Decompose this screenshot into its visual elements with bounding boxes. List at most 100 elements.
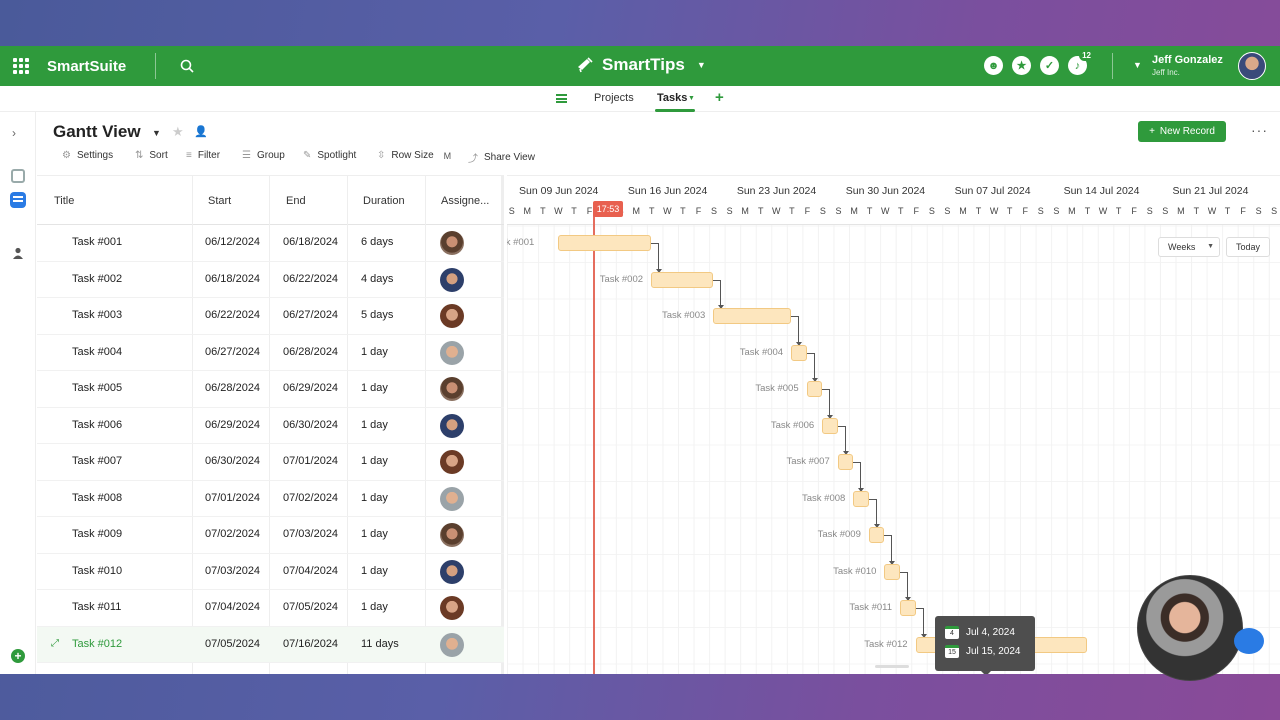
- cell-start-date[interactable]: 06/22/2024: [205, 309, 260, 321]
- assignee-avatar[interactable]: [440, 304, 464, 328]
- tasks-chevron-down-icon[interactable]: ▼: [688, 95, 695, 102]
- views-grid-icon[interactable]: [11, 169, 25, 183]
- new-record-button[interactable]: + New Record: [1138, 121, 1226, 142]
- menu-icon[interactable]: [556, 94, 567, 103]
- cell-title[interactable]: Task #001: [72, 236, 122, 248]
- gantt-bar[interactable]: [853, 490, 869, 507]
- gantt-bar[interactable]: [868, 527, 885, 543]
- group-button[interactable]: ☰ Group: [242, 150, 285, 161]
- expand-record-icon[interactable]: ⤢: [51, 638, 59, 649]
- cell-title[interactable]: Task #002: [72, 273, 122, 285]
- cell-start-date[interactable]: 06/30/2024: [205, 455, 260, 467]
- cell-title[interactable]: Task #005: [72, 382, 122, 394]
- horizontal-scrollbar[interactable]: [875, 665, 909, 668]
- gantt-bar[interactable]: [557, 235, 652, 251]
- view-title[interactable]: Gantt View: [53, 122, 141, 142]
- table-row[interactable]: Task #008 07/01/2024 07/02/2024 1 day: [37, 481, 504, 517]
- row-size-button[interactable]: ⇳ Row Size M: [377, 150, 451, 161]
- gantt-bar[interactable]: [837, 454, 854, 470]
- assignee-avatar[interactable]: [440, 377, 464, 401]
- cell-title[interactable]: Task #006: [72, 419, 122, 431]
- table-row[interactable]: Task #002 06/18/2024 06/22/2024 4 days: [37, 262, 504, 298]
- cell-start-date[interactable]: 06/29/2024: [205, 419, 260, 431]
- cell-end-date[interactable]: 07/16/2024: [283, 638, 338, 650]
- gantt-bar[interactable]: [713, 308, 792, 324]
- add-circle-icon[interactable]: +: [11, 649, 25, 663]
- person-icon[interactable]: [12, 247, 24, 259]
- table-row[interactable]: Task #001 06/12/2024 06/18/2024 6 days: [37, 225, 504, 262]
- cell-end-date[interactable]: 06/22/2024: [283, 273, 338, 285]
- search-icon[interactable]: [180, 59, 194, 73]
- workspace-selector[interactable]: SmartTips ▼: [576, 55, 706, 75]
- brand-name[interactable]: SmartSuite: [47, 58, 126, 75]
- gantt-bar[interactable]: [884, 563, 900, 580]
- assignee-avatar[interactable]: [440, 632, 464, 657]
- cell-title[interactable]: Task #003: [72, 309, 122, 321]
- more-options-icon[interactable]: ···: [1251, 122, 1268, 138]
- cell-end-date[interactable]: 07/01/2024: [283, 455, 338, 467]
- view-chevron-down-icon[interactable]: ▼: [152, 128, 161, 138]
- column-header-end[interactable]: End: [286, 195, 306, 207]
- chat-widget-icon[interactable]: [1234, 628, 1264, 654]
- user-avatar[interactable]: [1238, 52, 1266, 80]
- gantt-bar[interactable]: [791, 344, 807, 361]
- cell-title[interactable]: Task #007: [72, 455, 122, 467]
- cell-start-date[interactable]: 06/12/2024: [205, 236, 260, 248]
- check-icon[interactable]: ✓: [1040, 56, 1059, 75]
- cell-title[interactable]: Task #012: [72, 638, 122, 650]
- cell-start-date[interactable]: 07/01/2024: [205, 492, 260, 504]
- gantt-bar[interactable]: [900, 600, 916, 616]
- cell-start-date[interactable]: 07/02/2024: [205, 528, 260, 540]
- assignee-avatar[interactable]: [440, 523, 464, 547]
- cell-start-date[interactable]: 07/03/2024: [205, 565, 260, 577]
- cell-title[interactable]: Task #009: [72, 528, 122, 540]
- settings-button[interactable]: ⚙ Settings: [62, 150, 113, 161]
- cell-title[interactable]: Task #011: [72, 601, 121, 613]
- column-header-assignee[interactable]: Assigne...: [441, 195, 489, 207]
- add-table-plus-icon[interactable]: +: [715, 89, 724, 106]
- user-name[interactable]: Jeff Gonzalez: [1152, 54, 1223, 66]
- table-row[interactable]: Task #010 07/03/2024 07/04/2024 1 day: [37, 554, 504, 590]
- cell-start-date[interactable]: 06/27/2024: [205, 346, 260, 358]
- cell-end-date[interactable]: 07/02/2024: [283, 492, 338, 504]
- assignee-avatar[interactable]: [440, 559, 464, 584]
- cell-title[interactable]: Task #004: [72, 346, 122, 358]
- cell-title[interactable]: Task #008: [72, 492, 122, 504]
- cell-end-date[interactable]: 06/18/2024: [283, 236, 338, 248]
- table-row[interactable]: ⤢ Task #012 07/05/2024 07/16/2024 11 days: [37, 626, 504, 663]
- assignee-avatar[interactable]: [440, 340, 464, 365]
- shared-people-icon[interactable]: 👤: [194, 125, 208, 138]
- gantt-bar[interactable]: [651, 271, 714, 288]
- expand-sidebar-chevron-icon[interactable]: ›: [12, 126, 16, 140]
- table-row[interactable]: Task #006 06/29/2024 06/30/2024 1 day: [37, 408, 504, 444]
- table-row[interactable]: Task #009 07/02/2024 07/03/2024 1 day: [37, 517, 504, 554]
- cell-end-date[interactable]: 07/04/2024: [283, 565, 338, 577]
- column-header-title[interactable]: Title: [54, 195, 74, 207]
- favorites-star-icon[interactable]: ★: [1012, 56, 1031, 75]
- cell-start-date[interactable]: 06/18/2024: [205, 273, 260, 285]
- cell-end-date[interactable]: 07/05/2024: [283, 601, 338, 613]
- table-row[interactable]: Task #007 06/30/2024 07/01/2024 1 day: [37, 444, 504, 481]
- zoom-level-select[interactable]: Weeks ▼: [1158, 237, 1220, 257]
- assignee-avatar[interactable]: [440, 596, 464, 620]
- cell-start-date[interactable]: 06/28/2024: [205, 382, 260, 394]
- cell-title[interactable]: Task #010: [72, 565, 122, 577]
- team-icon[interactable]: ☻: [984, 56, 1003, 75]
- today-button[interactable]: Today: [1226, 237, 1270, 257]
- column-header-duration[interactable]: Duration: [363, 195, 405, 207]
- tab-projects[interactable]: Projects: [594, 92, 634, 104]
- spotlight-button[interactable]: ✎ Spotlight: [303, 150, 356, 161]
- assignee-avatar[interactable]: [440, 450, 464, 474]
- user-menu-chevron-icon[interactable]: ▼: [1133, 60, 1142, 70]
- gantt-bar[interactable]: [822, 417, 838, 434]
- cell-start-date[interactable]: 07/04/2024: [205, 601, 260, 613]
- table-row[interactable]: Task #003 06/22/2024 06/27/2024 5 days: [37, 298, 504, 335]
- records-list-icon[interactable]: [10, 192, 26, 208]
- gantt-bar[interactable]: [806, 381, 823, 397]
- cell-end-date[interactable]: 06/29/2024: [283, 382, 338, 394]
- cell-end-date[interactable]: 06/28/2024: [283, 346, 338, 358]
- apps-grid-icon[interactable]: [13, 58, 29, 74]
- table-row[interactable]: Task #004 06/27/2024 06/28/2024 1 day: [37, 335, 504, 371]
- assignee-avatar[interactable]: [440, 267, 464, 292]
- share-view-button[interactable]: ⤴ Share View: [468, 150, 535, 165]
